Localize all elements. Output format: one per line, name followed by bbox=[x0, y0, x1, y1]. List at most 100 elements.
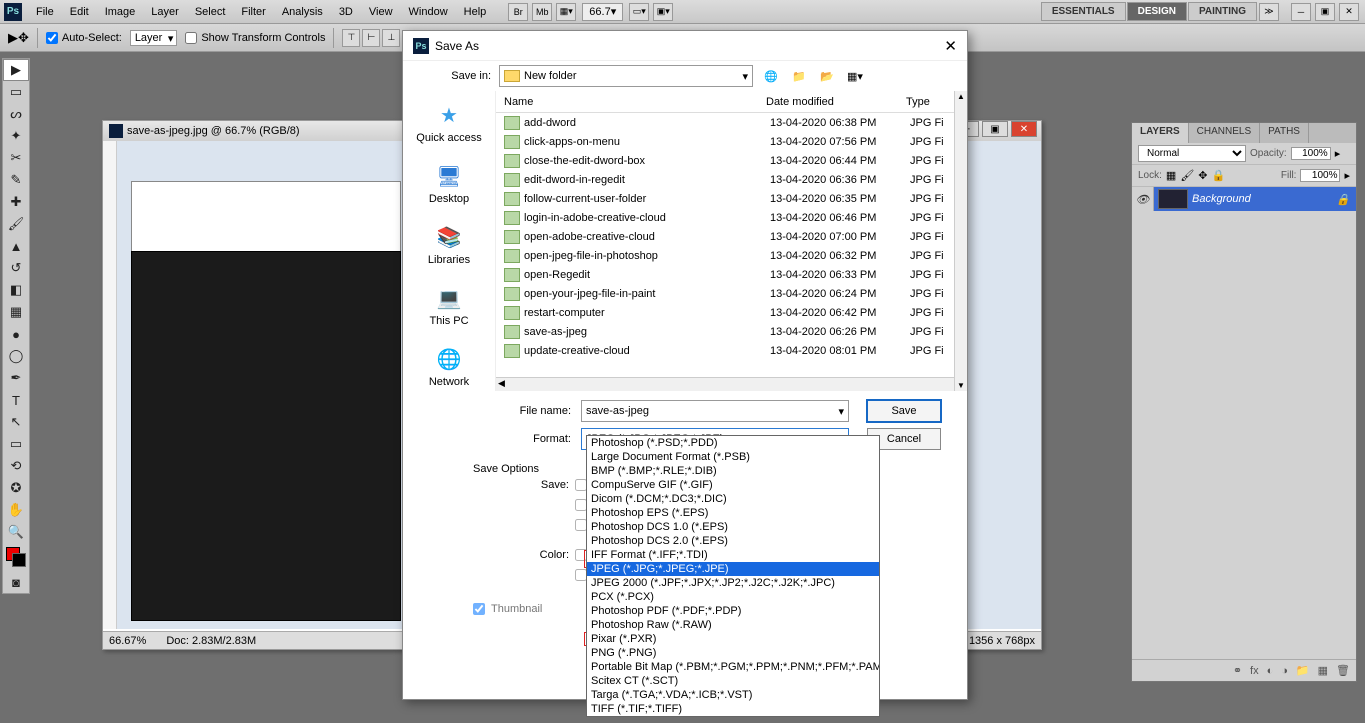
format-option[interactable]: PNG (*.PNG) bbox=[587, 646, 879, 660]
save-in-dropdown[interactable]: New folder bbox=[499, 65, 753, 87]
tab-channels[interactable]: CHANNELS bbox=[1189, 123, 1260, 143]
blend-mode-dropdown[interactable]: Normal bbox=[1138, 145, 1246, 162]
arrange-icon[interactable]: ▭▾ bbox=[629, 3, 649, 21]
opacity-value[interactable]: 100% bbox=[1291, 147, 1331, 160]
format-option[interactable]: CompuServe GIF (*.GIF) bbox=[587, 478, 879, 492]
type-tool[interactable]: T bbox=[3, 389, 29, 411]
delete-layer-icon[interactable]: 🗑 bbox=[1336, 664, 1350, 677]
dodge-tool[interactable]: ◯ bbox=[3, 345, 29, 367]
view-extras-icon[interactable]: ▦▾ bbox=[556, 3, 576, 21]
lasso-tool[interactable]: ᔕ bbox=[3, 103, 29, 125]
more-workspaces-icon[interactable]: ≫ bbox=[1259, 3, 1279, 21]
fx-icon[interactable]: fx bbox=[1250, 665, 1259, 677]
show-transform-checkbox[interactable]: Show Transform Controls bbox=[185, 32, 325, 44]
place-desktop[interactable]: 🖥Desktop bbox=[429, 162, 469, 205]
menu-select[interactable]: Select bbox=[187, 0, 234, 24]
eraser-tool[interactable]: ◧ bbox=[3, 279, 29, 301]
lock-pos-icon[interactable]: ✥ bbox=[1198, 169, 1207, 182]
menu-analysis[interactable]: Analysis bbox=[274, 0, 331, 24]
workspace-painting[interactable]: PAINTING bbox=[1188, 2, 1257, 21]
link-layers-icon[interactable]: ⚭ bbox=[1233, 664, 1242, 677]
eyedropper-tool[interactable]: ✎ bbox=[3, 169, 29, 191]
menu-file[interactable]: File bbox=[28, 0, 62, 24]
heal-tool[interactable]: ✚ bbox=[3, 191, 29, 213]
pen-tool[interactable]: ✒ bbox=[3, 367, 29, 389]
format-option[interactable]: Targa (*.TGA;*.VDA;*.ICB;*.VST) bbox=[587, 688, 879, 702]
align-vmid-icon[interactable]: ⊢ bbox=[362, 29, 380, 47]
bridge-icon[interactable]: Br bbox=[508, 3, 528, 21]
file-row[interactable]: update-creative-cloud13-04-2020 08:01 PM… bbox=[496, 341, 967, 360]
menu-image[interactable]: Image bbox=[97, 0, 144, 24]
format-option[interactable]: BMP (*.BMP;*.RLE;*.DIB) bbox=[587, 464, 879, 478]
file-row[interactable]: open-adobe-creative-cloud13-04-2020 07:0… bbox=[496, 227, 967, 246]
3d-camera-tool[interactable]: ✪ bbox=[3, 477, 29, 499]
lock-trans-icon[interactable]: ▦ bbox=[1166, 169, 1176, 182]
fill-value[interactable]: 100% bbox=[1300, 169, 1340, 182]
file-row[interactable]: open-Regedit13-04-2020 06:33 PMJPG Fi bbox=[496, 265, 967, 284]
save-button[interactable]: Save bbox=[867, 400, 941, 422]
file-hscrollbar[interactable] bbox=[496, 377, 967, 391]
workspace-essentials[interactable]: ESSENTIALS bbox=[1041, 2, 1126, 21]
menu-view[interactable]: View bbox=[361, 0, 401, 24]
format-dropdown-list[interactable]: Photoshop (*.PSD;*.PDD)Large Document Fo… bbox=[586, 435, 880, 717]
format-option[interactable]: Scitex CT (*.SCT) bbox=[587, 674, 879, 688]
file-row[interactable]: restart-computer13-04-2020 06:42 PMJPG F… bbox=[496, 303, 967, 322]
file-row[interactable]: click-apps-on-menu13-04-2020 07:56 PMJPG… bbox=[496, 132, 967, 151]
file-row[interactable]: close-the-edit-dword-box13-04-2020 06:44… bbox=[496, 151, 967, 170]
file-row[interactable]: edit-dword-in-regedit13-04-2020 06:36 PM… bbox=[496, 170, 967, 189]
blur-tool[interactable]: ● bbox=[3, 323, 29, 345]
shape-tool[interactable]: ▭ bbox=[3, 433, 29, 455]
auto-select-type-dropdown[interactable]: Layer bbox=[130, 30, 178, 46]
col-type[interactable]: Type bbox=[906, 96, 954, 108]
place-this-pc[interactable]: 💻This PC bbox=[429, 284, 468, 327]
3d-tool[interactable]: ⟲ bbox=[3, 455, 29, 477]
zoom-level-select[interactable]: 66.7 ▾ bbox=[582, 3, 623, 21]
file-list-header[interactable]: Name Date modified Type bbox=[496, 91, 967, 113]
window-close-icon[interactable]: ✕ bbox=[1339, 3, 1359, 21]
window-restore-icon[interactable]: ▣ bbox=[1315, 3, 1335, 21]
path-select-tool[interactable]: ↖ bbox=[3, 411, 29, 433]
format-option[interactable]: Photoshop DCS 2.0 (*.EPS) bbox=[587, 534, 879, 548]
format-option[interactable]: Photoshop Raw (*.RAW) bbox=[587, 618, 879, 632]
format-option[interactable]: Pixar (*.PXR) bbox=[587, 632, 879, 646]
format-option[interactable]: Dicom (*.DCM;*.DC3;*.DIC) bbox=[587, 492, 879, 506]
align-bottom-icon[interactable]: ⊥ bbox=[382, 29, 400, 47]
col-name[interactable]: Name bbox=[496, 96, 766, 108]
file-row[interactable]: open-jpeg-file-in-photoshop13-04-2020 06… bbox=[496, 246, 967, 265]
col-date[interactable]: Date modified bbox=[766, 96, 906, 108]
format-option[interactable]: Photoshop PDF (*.PDF;*.PDP) bbox=[587, 604, 879, 618]
menu-3d[interactable]: 3D bbox=[331, 0, 361, 24]
lock-all-icon[interactable]: 🔒 bbox=[1212, 169, 1226, 182]
wand-tool[interactable]: ✦ bbox=[3, 125, 29, 147]
status-zoom[interactable]: 66.67% bbox=[109, 635, 146, 647]
format-option[interactable]: Photoshop (*.PSD;*.PDD) bbox=[587, 436, 879, 450]
zoom-tool[interactable]: 🔍 bbox=[3, 521, 29, 543]
lock-pixel-icon[interactable]: 🖌 bbox=[1180, 169, 1194, 182]
opacity-flyout-icon[interactable]: ▸ bbox=[1335, 147, 1341, 160]
file-row[interactable]: follow-current-user-folder13-04-2020 06:… bbox=[496, 189, 967, 208]
dialog-titlebar[interactable]: Ps Save As ✕ bbox=[403, 31, 967, 61]
background-color[interactable] bbox=[12, 553, 26, 567]
status-doc-size[interactable]: Doc: 2.83M/2.83M bbox=[166, 635, 256, 647]
fill-flyout-icon[interactable]: ▸ bbox=[1344, 169, 1350, 182]
format-option[interactable]: JPEG (*.JPG;*.JPEG;*.JPE) bbox=[587, 562, 879, 576]
layer-background[interactable]: 👁 Background 🔒 bbox=[1132, 187, 1356, 211]
format-option[interactable]: Large Document Format (*.PSB) bbox=[587, 450, 879, 464]
hand-tool[interactable]: ✋ bbox=[3, 499, 29, 521]
format-option[interactable]: Photoshop DCS 1.0 (*.EPS) bbox=[587, 520, 879, 534]
viewmenu-icon[interactable]: ▦▾ bbox=[845, 66, 865, 86]
history-brush-tool[interactable]: ↺ bbox=[3, 257, 29, 279]
file-name-input[interactable]: save-as-jpeg bbox=[581, 400, 849, 422]
menu-edit[interactable]: Edit bbox=[62, 0, 97, 24]
color-swatches[interactable] bbox=[6, 547, 26, 567]
format-option[interactable]: Portable Bit Map (*.PBM;*.PGM;*.PPM;*.PN… bbox=[587, 660, 879, 674]
brush-tool[interactable]: 🖌 bbox=[3, 213, 29, 235]
thumbnail-checkbox[interactable] bbox=[473, 603, 485, 615]
back-icon[interactable]: 🌐 bbox=[761, 66, 781, 86]
align-top-icon[interactable]: ⊤ bbox=[342, 29, 360, 47]
format-option[interactable]: JPEG 2000 (*.JPF;*.JPX;*.JP2;*.J2C;*.J2K… bbox=[587, 576, 879, 590]
auto-select-checkbox[interactable]: Auto-Select: bbox=[46, 32, 122, 44]
format-option[interactable]: IFF Format (*.IFF;*.TDI) bbox=[587, 548, 879, 562]
menu-help[interactable]: Help bbox=[456, 0, 495, 24]
newfolder-icon[interactable]: 📂 bbox=[817, 66, 837, 86]
